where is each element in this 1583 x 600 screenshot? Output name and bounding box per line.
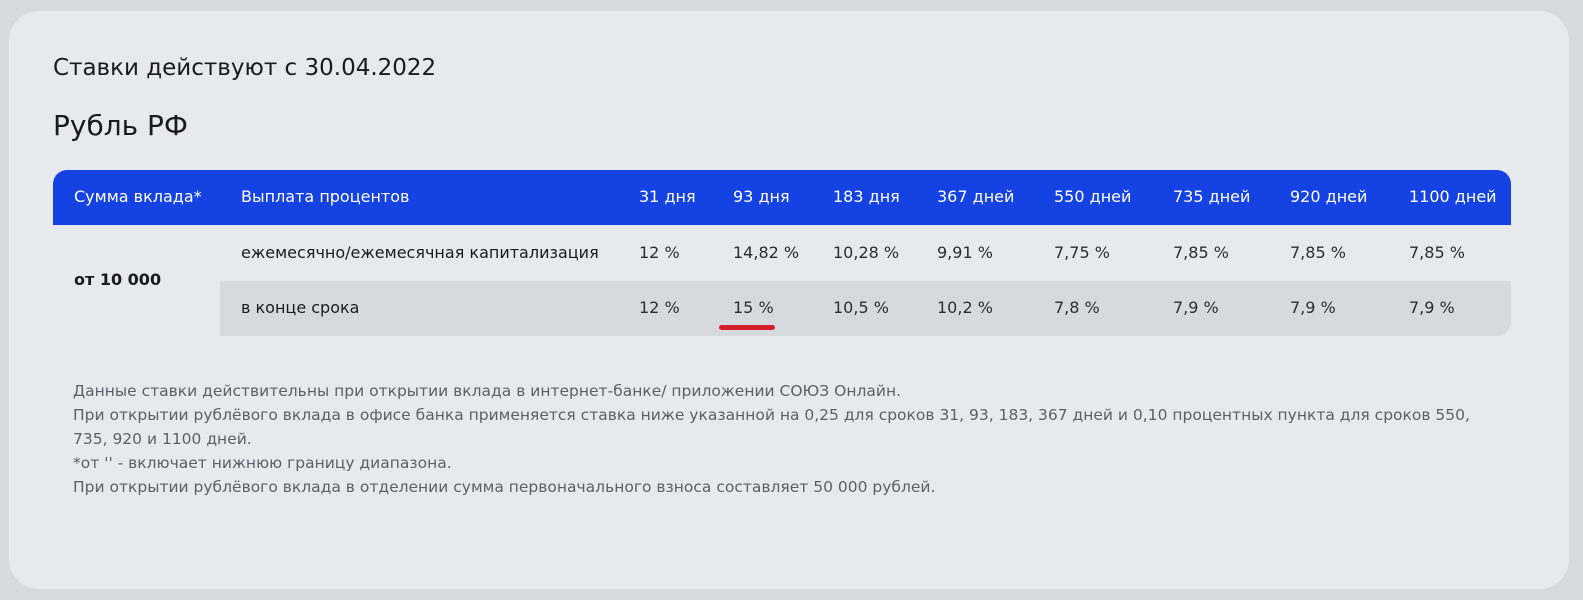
rate-cell: 15 % [733, 298, 774, 317]
rate-cell: 14,82 % [733, 243, 800, 262]
rate-cell: 7,85 % [1409, 243, 1465, 262]
header-term-367: 367 дней [937, 187, 1015, 206]
table-header: Сумма вклада* Выплата процентов 31 дня 9… [53, 170, 1511, 225]
rate-cell: 12 % [639, 243, 680, 262]
header-term-735: 735 дней [1173, 187, 1251, 206]
rate-cell: 7,8 % [1054, 298, 1100, 317]
currency-title: Рубль РФ [53, 109, 189, 142]
rate-cell: 10,28 % [833, 243, 900, 262]
rate-cell: 7,85 % [1290, 243, 1346, 262]
header-term-31: 31 дня [639, 187, 696, 206]
rate-cell: 9,91 % [937, 243, 993, 262]
header-term-1100: 1100 дней [1409, 187, 1497, 206]
rate-cell: 10,5 % [833, 298, 889, 317]
payout-type: в конце срока [241, 298, 360, 317]
header-term-183: 183 дня [833, 187, 900, 206]
rate-cell: 10,2 % [937, 298, 993, 317]
note-line: Данные ставки действительны при открытии… [73, 382, 902, 400]
header-term-920: 920 дней [1290, 187, 1368, 206]
payout-type: ежемесячно/ежемесячная капитализация [241, 243, 599, 262]
header-term-550: 550 дней [1054, 187, 1132, 206]
header-term-93: 93 дня [733, 187, 790, 206]
sum-cell: от 10 000 [74, 270, 162, 289]
header-sum: Сумма вклада* [74, 187, 202, 206]
highlight-underline-mark [719, 325, 775, 330]
header-payout: Выплата процентов [241, 187, 410, 206]
rate-cell: 7,75 % [1054, 243, 1110, 262]
note-line: При открытии рублёвого вклада в отделени… [73, 478, 936, 496]
rate-cell: 7,9 % [1290, 298, 1336, 317]
rate-cell: 12 % [639, 298, 680, 317]
rates-effective-date: Ставки действуют с 30.04.2022 [53, 55, 437, 81]
rates-notes: Данные ставки действительны при открытии… [73, 379, 1493, 499]
note-line: *от '' - включает нижнюю границу диапазо… [73, 454, 452, 472]
rate-cell: 7,85 % [1173, 243, 1229, 262]
rates-table: Сумма вклада* Выплата процентов 31 дня 9… [53, 170, 1511, 336]
rate-cell: 7,9 % [1409, 298, 1455, 317]
note-line: При открытии рублёвого вклада в офисе ба… [73, 406, 1470, 448]
rate-cell: 7,9 % [1173, 298, 1219, 317]
rates-card: Ставки действуют с 30.04.2022 Рубль РФ С… [9, 11, 1569, 589]
